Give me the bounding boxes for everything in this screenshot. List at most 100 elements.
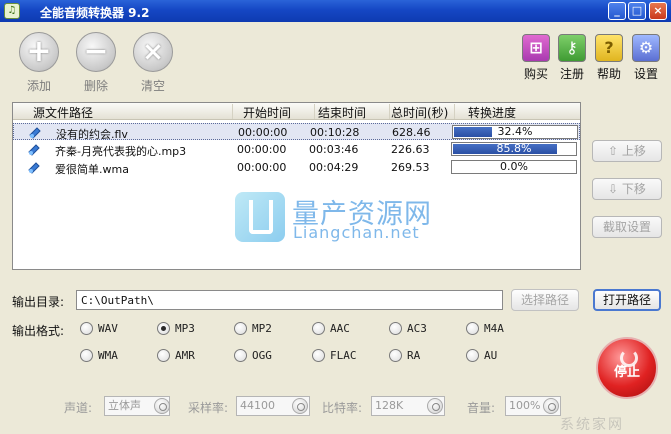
row-end: 00:03:46 — [309, 143, 359, 156]
x-icon: × — [133, 32, 173, 72]
row-file: 齐秦-月亮代表我的心.mp3 — [55, 145, 187, 158]
watermark-url: Liangchan.net — [293, 223, 420, 242]
add-label: 添加 — [26, 79, 51, 93]
row-file: 爱很简单.wma — [55, 163, 129, 176]
format-label: MP2 — [252, 322, 272, 335]
audio-file-icon — [28, 144, 40, 156]
move-up-button[interactable]: ⇧ 上移 — [592, 140, 662, 162]
settings-button[interactable]: ⚙ 设置 — [629, 34, 663, 82]
radio-dot — [466, 349, 479, 362]
channel-label: 声道: — [64, 401, 93, 415]
progress-bar: 0.0% — [451, 160, 577, 174]
delete-label: 删除 — [83, 79, 108, 93]
format-label: AMR — [175, 349, 195, 362]
up-arrow-icon: ⇧ — [608, 144, 622, 158]
radio-dot — [234, 322, 247, 335]
format-label: AAC — [330, 322, 350, 335]
help-button[interactable]: ? 帮助 — [592, 34, 626, 82]
settings-icon: ⚙ — [632, 34, 660, 62]
format-label: OGG — [252, 349, 272, 362]
table-header: 源文件路径 开始时间 结束时间 总时间(秒) 转换进度 — [13, 103, 580, 120]
radio-dot — [389, 322, 402, 335]
settings-label: 设置 — [633, 67, 658, 81]
radio-dot — [466, 322, 479, 335]
app-icon: ♫ — [4, 3, 20, 19]
format-label: WMA — [98, 349, 118, 362]
help-label: 帮助 — [596, 67, 621, 81]
format-label: M4A — [484, 322, 504, 335]
format-label: AU — [484, 349, 498, 362]
row-end: 00:10:28 — [310, 126, 360, 139]
row-start: 00:00:00 — [237, 161, 287, 174]
register-button[interactable]: ⚷ 注册 — [555, 34, 589, 82]
corner-watermark: 系统家网 — [560, 417, 624, 433]
format-label: MP3 — [175, 322, 195, 335]
volume-label: 音量: — [467, 401, 496, 415]
file-table[interactable]: 源文件路径 开始时间 结束时间 总时间(秒) 转换进度 没有的约会.flv 00… — [12, 102, 581, 270]
col-end-time[interactable]: 结束时间 — [318, 104, 390, 120]
col-source-path[interactable]: 源文件路径 — [33, 104, 233, 120]
minus-icon: − — [76, 32, 116, 72]
col-start-time[interactable]: 开始时间 — [243, 104, 315, 120]
cart-icon: ⊞ — [522, 34, 550, 62]
output-dir-input[interactable]: C:\OutPath\ — [76, 290, 503, 310]
radio-dot — [80, 322, 93, 335]
row-total: 226.63 — [391, 143, 430, 156]
register-label: 注册 — [559, 67, 584, 81]
stop-label: 停止 — [613, 365, 640, 380]
clear-button[interactable]: × 清空 — [131, 32, 175, 94]
samplerate-dropdown-icon[interactable] — [292, 398, 308, 414]
question-icon: ? — [595, 34, 623, 62]
stop-button[interactable]: 停止 — [596, 337, 658, 399]
channel-dropdown-icon[interactable] — [154, 398, 170, 414]
choose-path-button[interactable]: 选择路径 — [511, 289, 579, 311]
bitrate-label: 比特率: — [322, 401, 363, 415]
audio-file-icon — [28, 162, 40, 174]
progress-text: 32.4% — [497, 125, 533, 138]
format-label: FLAC — [330, 349, 357, 362]
close-button[interactable]: × — [649, 2, 667, 20]
window-title: 全能音频转换器 9.2 — [40, 6, 150, 20]
delete-button[interactable]: − 删除 — [74, 32, 118, 94]
table-row[interactable]: 没有的约会.flv 00:00:00 00:10:28 628.46 32.4% — [13, 123, 580, 141]
add-button[interactable]: + 添加 — [17, 32, 61, 94]
buy-button[interactable]: ⊞ 购买 — [519, 34, 553, 82]
move-down-button[interactable]: ⇩ 下移 — [592, 178, 662, 200]
samplerate-label: 采样率: — [188, 401, 229, 415]
minimize-button[interactable]: _ — [608, 2, 626, 20]
progress-text: 0.0% — [500, 160, 528, 173]
table-row[interactable]: 爱很简单.wma 00:00:00 00:04:29 269.53 0.0% — [13, 159, 580, 176]
radio-dot — [234, 349, 247, 362]
radio-dot — [157, 322, 170, 335]
volume-dropdown-icon[interactable] — [543, 398, 559, 414]
progress-text: 85.8% — [496, 142, 532, 155]
col-progress[interactable]: 转换进度 — [468, 104, 568, 120]
col-total-time[interactable]: 总时间(秒) — [391, 104, 455, 120]
plus-icon: + — [19, 32, 59, 72]
title-bar: ♫ 全能音频转换器 9.2 _ □ × — [0, 0, 671, 22]
format-label: WAV — [98, 322, 118, 335]
row-file: 没有的约会.flv — [56, 128, 128, 141]
row-start: 00:00:00 — [237, 143, 287, 156]
format-label: AC3 — [407, 322, 427, 335]
row-total: 628.46 — [392, 126, 431, 139]
row-total: 269.53 — [391, 161, 430, 174]
radio-dot — [157, 349, 170, 362]
bitrate-dropdown-icon[interactable] — [427, 398, 443, 414]
radio-dot — [312, 322, 325, 335]
open-path-button[interactable]: 打开路径 — [593, 289, 661, 311]
down-arrow-icon: ⇩ — [608, 182, 622, 196]
output-dir-label: 输出目录: — [12, 295, 65, 309]
table-row[interactable]: 齐秦-月亮代表我的心.mp3 00:00:00 00:03:46 226.63 … — [13, 141, 580, 158]
watermark-logo — [235, 192, 285, 242]
audio-file-icon — [29, 127, 41, 139]
radio-dot — [389, 349, 402, 362]
radio-dot — [312, 349, 325, 362]
trim-settings-button[interactable]: 截取设置 — [592, 216, 662, 238]
buy-label: 购买 — [523, 67, 548, 81]
radio-dot — [80, 349, 93, 362]
maximize-button[interactable]: □ — [628, 2, 646, 20]
key-icon: ⚷ — [558, 34, 586, 62]
output-format-label: 输出格式: — [12, 324, 65, 338]
progress-bar: 85.8% — [451, 142, 577, 156]
